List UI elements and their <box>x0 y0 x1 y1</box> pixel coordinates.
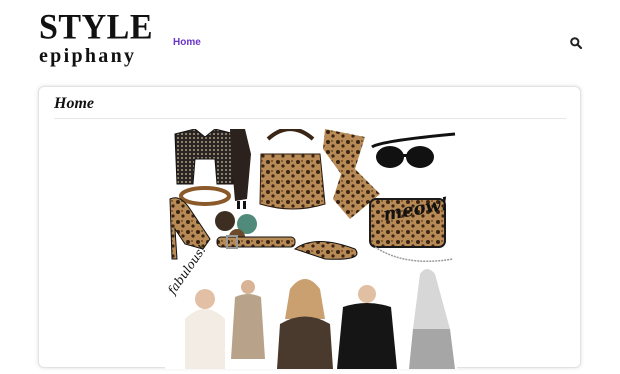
logo-subtitle: epiphany <box>39 45 137 67</box>
flats-item <box>293 241 358 260</box>
jacket-item <box>174 128 236 185</box>
site-logo[interactable]: STYLE epiphany <box>39 8 153 67</box>
bangle-item <box>179 186 231 206</box>
title-divider <box>54 118 566 119</box>
belt-item <box>216 235 296 249</box>
sunglasses-item <box>371 132 456 168</box>
search-button[interactable] <box>569 36 583 50</box>
fashion-collage-image: meow! fabulous! <box>165 127 457 369</box>
site-header: STYLE epiphany Home <box>0 0 620 80</box>
logo-title: STYLE <box>39 8 153 47</box>
nav-home-link[interactable]: Home <box>173 37 201 48</box>
model-photos <box>165 269 457 369</box>
collage-graphic <box>165 127 457 369</box>
handbag-item <box>259 127 326 210</box>
search-icon <box>570 37 583 50</box>
content-card: Home meow! fabulous! <box>38 86 581 369</box>
page-title: Home <box>54 95 94 112</box>
dress-item <box>230 129 251 209</box>
